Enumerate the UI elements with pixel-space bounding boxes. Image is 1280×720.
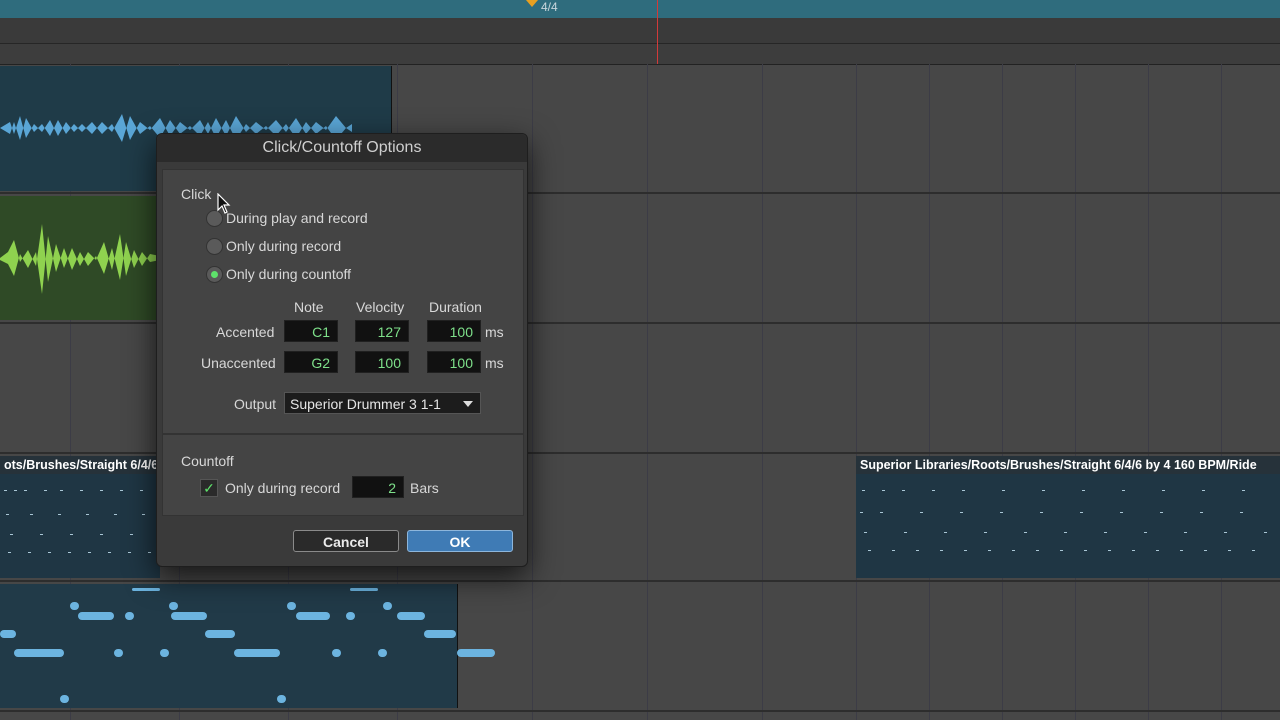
midi-note[interactable] <box>171 612 207 620</box>
chevron-down-icon <box>463 401 473 407</box>
midi-note[interactable] <box>350 588 378 591</box>
midi-region[interactable] <box>0 584 458 708</box>
output-select[interactable]: Superior Drummer 3 1-1 <box>284 392 481 414</box>
countoff-bars-unit: Bars <box>410 480 439 496</box>
midi-note[interactable] <box>60 695 69 703</box>
grid-line <box>647 64 648 720</box>
midi-note[interactable] <box>125 612 134 620</box>
accented-duration-unit: ms <box>485 324 504 340</box>
unaccented-duration-unit: ms <box>485 355 504 371</box>
midi-note[interactable] <box>378 649 387 657</box>
click-section-label: Click <box>181 186 212 202</box>
midi-note[interactable] <box>114 649 123 657</box>
timeline-strip[interactable] <box>0 0 1280 18</box>
region-title: ots/Brushes/Straight 6/4/6 <box>0 456 160 474</box>
unaccented-note-field[interactable]: G2 <box>284 351 338 373</box>
unaccented-velocity-field[interactable]: 100 <box>355 351 409 373</box>
drum-region-left[interactable]: ots/Brushes/Straight 6/4/6 <box>0 456 160 578</box>
accented-label: Accented <box>216 324 275 340</box>
playhead[interactable] <box>657 0 658 64</box>
midi-note[interactable] <box>205 630 235 638</box>
drum-hits <box>4 490 151 553</box>
dialog-title: Click/Countoff Options <box>157 134 527 162</box>
grid-line <box>762 64 763 720</box>
region-title: Superior Libraries/Roots/Brushes/Straigh… <box>856 456 1280 474</box>
midi-note[interactable] <box>277 695 286 703</box>
grid-line <box>1221 64 1222 720</box>
column-header-velocity: Velocity <box>356 299 405 315</box>
mouse-cursor-icon <box>217 193 231 214</box>
radio-only-during-countoff[interactable] <box>206 266 223 283</box>
radio-label-during-play-and-record[interactable]: During play and record <box>226 210 368 226</box>
meter-label: 4/4 <box>541 0 558 14</box>
midi-note[interactable] <box>383 602 392 610</box>
midi-note[interactable] <box>296 612 330 620</box>
midi-note[interactable] <box>14 649 64 657</box>
audio-region-2[interactable] <box>0 196 160 320</box>
output-select-value: Superior Drummer 3 1-1 <box>290 396 441 412</box>
ok-button[interactable]: OK <box>407 530 513 552</box>
unaccented-label: Unaccented <box>201 355 276 371</box>
midi-note[interactable] <box>169 602 178 610</box>
track-divider <box>0 710 1280 712</box>
track-divider <box>0 580 1280 582</box>
countoff-section-label: Countoff <box>181 453 234 469</box>
countoff-section: Countoff ✓ Only during record 2 Bars <box>162 434 524 516</box>
midi-note[interactable] <box>424 630 456 638</box>
midi-note[interactable] <box>457 649 495 657</box>
grid-line <box>1148 64 1149 720</box>
drum-region-right[interactable]: Superior Libraries/Roots/Brushes/Straigh… <box>856 456 1280 578</box>
grid-line <box>1002 64 1003 720</box>
accented-velocity-field[interactable]: 127 <box>355 320 409 342</box>
midi-note[interactable] <box>287 602 296 610</box>
grid-line <box>856 64 857 720</box>
column-header-duration: Duration <box>429 299 482 315</box>
midi-note[interactable] <box>346 612 355 620</box>
countoff-bars-field[interactable]: 2 <box>352 476 404 498</box>
midi-note[interactable] <box>70 602 79 610</box>
countoff-only-during-record-checkbox[interactable]: ✓ <box>200 479 218 497</box>
accented-duration-field[interactable]: 100 <box>427 320 481 342</box>
cancel-button[interactable]: Cancel <box>293 530 399 552</box>
accented-note-field[interactable]: C1 <box>284 320 338 342</box>
waveform-green <box>0 224 160 294</box>
countoff-checkbox-label[interactable]: Only during record <box>225 480 340 496</box>
midi-note[interactable] <box>397 612 425 620</box>
output-label: Output <box>234 396 277 412</box>
unaccented-duration-field[interactable]: 100 <box>427 351 481 373</box>
timeline-ruler[interactable] <box>0 18 1280 44</box>
radio-label-only-during-countoff[interactable]: Only during countoff <box>226 266 351 282</box>
midi-note[interactable] <box>160 649 169 657</box>
midi-note[interactable] <box>0 630 16 638</box>
drum-hits <box>860 490 1267 551</box>
checkmark-icon: ✓ <box>203 480 215 496</box>
column-header-note: Note <box>294 299 324 315</box>
midi-note[interactable] <box>332 649 341 657</box>
click-countoff-dialog: Click/Countoff Options Click During play… <box>156 133 528 567</box>
grid-line <box>532 64 533 720</box>
midi-note[interactable] <box>132 588 160 591</box>
midi-note[interactable] <box>234 649 280 657</box>
marker-ruler[interactable] <box>0 44 1280 65</box>
grid-line <box>929 64 930 720</box>
midi-note[interactable] <box>78 612 114 620</box>
radio-only-during-record[interactable] <box>206 238 223 255</box>
radio-label-only-during-record[interactable]: Only during record <box>226 238 341 254</box>
grid-line <box>1075 64 1076 720</box>
meter-marker-icon[interactable] <box>526 0 538 7</box>
